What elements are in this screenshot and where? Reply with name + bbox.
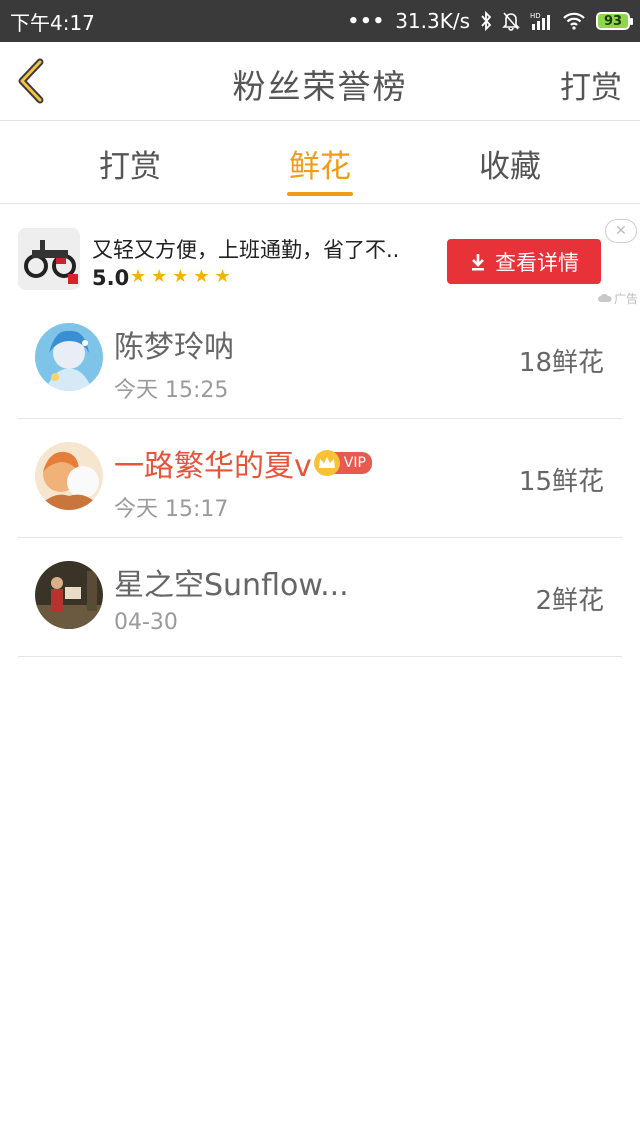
ad-banner[interactable]: 又轻又方便，上班通勤，省了不.. 5.0 ★★★★★ 查看详情 ✕ 广告 [0,204,640,308]
battery-icon: 93 [596,12,633,30]
scooter-image-icon [18,228,80,290]
title-bar: 粉丝荣誉榜 打赏 [0,42,640,121]
bluetooth-icon [480,11,492,31]
avatar-illustration-icon [35,442,103,510]
tab-flowers[interactable]: 鲜花 [250,141,390,186]
status-icons: ••• 31.3K/s HD 93 [347,9,633,33]
download-icon [472,253,484,270]
network-speed: 31.3K/s [395,9,470,33]
fan-name-text: 一路繁华的夏v [114,449,312,484]
list-item[interactable]: 一路繁华的夏v VIP 今天 15:17 15鲜花 [18,419,622,538]
more-dots-icon: ••• [347,10,386,32]
avatar[interactable] [35,442,103,510]
reward-button[interactable]: 打赏 [560,62,622,107]
avatar[interactable] [35,323,103,391]
fan-name: 星之空Sunflow... [114,568,349,603]
list-item[interactable]: 星之空Sunflow... 04-30 2鲜花 [18,538,622,657]
active-tab-indicator [287,192,353,196]
fan-list: 陈梦玲呐 今天 15:25 18鲜花 一路繁华的夏v VIP 今天 15:17 … [0,300,640,657]
tab-favorites[interactable]: 收藏 [440,141,580,186]
fan-name-vip: 一路繁华的夏v VIP [114,441,372,485]
ad-close-button[interactable]: ✕ [605,219,637,243]
view-details-label: 查看详情 [495,250,579,275]
hd-label: HD [530,12,541,20]
fan-time: 04-30 [114,610,178,635]
view-details-button[interactable]: 查看详情 [447,239,601,284]
status-bar: 下午4:17 ••• 31.3K/s HD 93 [0,0,640,42]
ad-rating: 5.0 [92,266,130,290]
tab-bar: 打赏 鲜花 收藏 [0,121,640,204]
wifi-icon [562,11,586,31]
status-time: 下午4:17 [10,10,95,35]
signal-icon: HD [530,11,552,31]
list-item[interactable]: 陈梦玲呐 今天 15:25 18鲜花 [18,300,622,419]
ad-title: 又轻又方便，上班通勤，省了不.. [92,238,400,262]
page-title: 粉丝荣誉榜 [232,67,408,106]
fan-time: 今天 15:17 [114,497,229,522]
vip-badge: VIP [313,450,372,476]
avatar-anime-girl-icon [35,323,103,391]
tab-reward[interactable]: 打赏 [60,141,200,186]
ad-stars: ★★★★★ [130,266,236,287]
flower-count: 2鲜花 [535,586,604,616]
avatar[interactable] [35,561,103,629]
flower-count: 15鲜花 [518,467,604,497]
ad-thumbnail[interactable] [18,228,80,290]
fan-time: 今天 15:25 [114,378,229,403]
fan-name: 陈梦玲呐 [114,330,234,365]
flower-count: 18鲜花 [518,348,604,378]
mute-bell-icon [502,11,520,31]
crown-icon [313,450,340,476]
avatar-photo-icon [35,561,103,629]
